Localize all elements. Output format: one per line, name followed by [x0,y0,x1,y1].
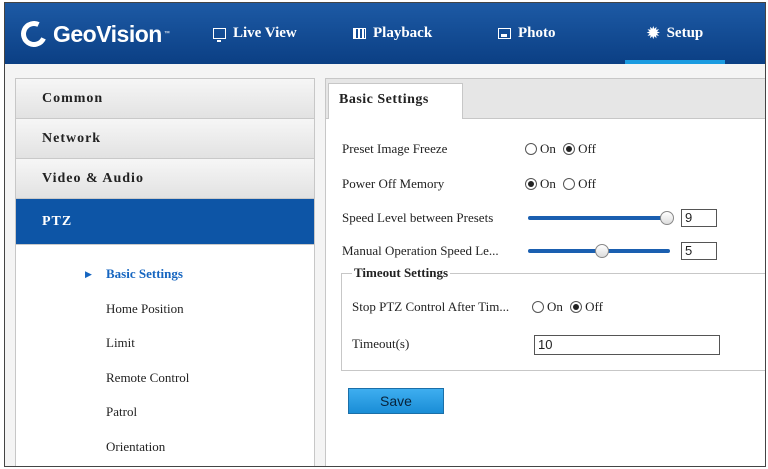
tab-basic-settings[interactable]: Basic Settings [328,83,463,119]
preset-freeze-off-radio[interactable] [563,143,576,155]
nav-photo[interactable]: Photo [498,3,556,64]
speed-level-value[interactable]: 9 [681,209,717,227]
preset-freeze-on-radio[interactable] [525,143,537,155]
power-memory-on-radio[interactable] [525,178,537,190]
speed-level-label: Speed Level between Presets [342,210,494,225]
manual-speed-slider-handle[interactable] [594,244,609,258]
photo-icon [498,28,511,39]
save-button[interactable]: Save [348,388,444,414]
nav-live-view-label: Live View [233,25,297,41]
logo-text: GeoVision [53,20,162,47]
subitem-limit[interactable]: Limit [16,326,314,361]
power-off-memory-options: On Off [525,174,600,194]
nav-live-view[interactable]: Live View [213,3,297,64]
subitem-basic-settings-label: Basic Settings [106,266,183,281]
timeout-settings-group [341,273,765,371]
app-window: GeoVision ™ Live View Playback Photo ✹ S… [4,2,766,467]
sidebar-item-video-audio[interactable]: Video & Audio [16,159,314,199]
logo-mark-icon [17,17,51,51]
subitem-patrol[interactable]: Patrol [16,395,314,430]
nav-playback[interactable]: Playback [353,3,432,64]
gear-icon: ✹ [647,26,660,42]
power-off-memory-label: Power Off Memory [342,176,445,191]
subitem-basic-settings[interactable]: ▶ Basic Settings [16,257,314,292]
nav-playback-label: Playback [373,25,433,41]
nav-setup[interactable]: ✹ Setup [624,3,726,64]
timeout-settings-legend: Timeout Settings [352,265,451,281]
power-memory-off-radio[interactable] [563,178,576,190]
timeout-label: Timeout(s) [352,336,410,351]
subitem-home-position[interactable]: Home Position [16,292,314,327]
tab-bar: Basic Settings [326,79,765,119]
monitor-icon [213,28,226,42]
settings-sidebar: Common Network Video & Audio PTZ ▶ Basic… [15,78,315,466]
top-navigation-bar: GeoVision ™ Live View Playback Photo ✹ S… [5,3,765,64]
subitem-remote-control[interactable]: Remote Control [16,361,314,396]
nav-photo-label: Photo [518,25,556,41]
speed-level-slider-handle[interactable] [660,211,675,225]
stop-ptz-label: Stop PTZ Control After Tim... [352,299,510,314]
stop-ptz-on-radio[interactable] [532,301,544,313]
preset-image-freeze-label: Preset Image Freeze [342,141,448,156]
speed-level-slider[interactable] [528,216,670,220]
timeout-input[interactable]: 10 [534,335,720,355]
arrow-right-icon: ▶ [85,269,92,279]
film-icon [353,28,366,39]
manual-speed-value[interactable]: 5 [681,242,717,260]
stop-ptz-options: On Off [532,297,607,317]
settings-panel: Basic Settings Preset Image Freeze On Of… [325,78,765,466]
stop-ptz-off-radio[interactable] [570,301,583,313]
sidebar-item-network[interactable]: Network [16,119,314,159]
sidebar-item-ptz[interactable]: PTZ [16,199,314,245]
preset-image-freeze-options: On Off [525,139,600,159]
subitem-orientation[interactable]: Orientation [16,430,314,465]
nav-setup-label: Setup [666,25,704,41]
manual-speed-label: Manual Operation Speed Le... [342,243,499,258]
sidebar-item-common[interactable]: Common [16,79,314,119]
geovision-logo: GeoVision ™ [17,17,170,51]
